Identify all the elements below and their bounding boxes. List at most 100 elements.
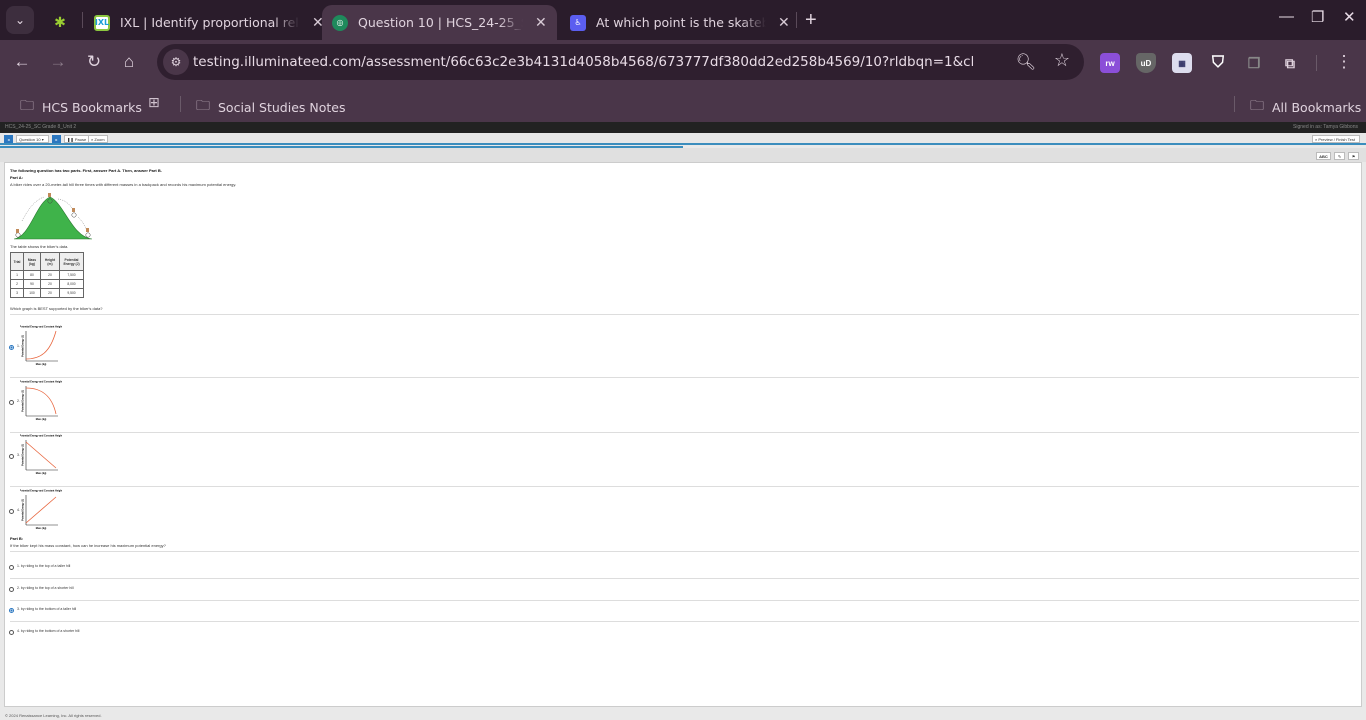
bookmark-label: HCS Bookmarks [42,99,142,115]
graph-title: Potential Energy and Constant Height [20,489,62,492]
bookmark-star-icon[interactable]: ☆ [1054,50,1070,71]
question-select[interactable]: Question 10 ▾ [16,135,49,143]
tab-search-button[interactable]: ⌄ [6,6,34,34]
puzzle-icon[interactable]: ⧉ [1280,53,1300,73]
tabs-icon[interactable]: ❐ [1244,53,1264,73]
bookmark-label: Social Studies Notes [218,99,346,115]
apps-grid-icon: ⊞ [148,95,160,111]
graph-title: Potential Energy and Constant Height [20,326,62,329]
color-picker-icon[interactable]: ▦ [1172,53,1192,73]
radio-button[interactable] [9,399,14,405]
graph-curve [25,496,57,523]
question-intro: The following question has two parts. Fi… [10,168,162,173]
reload-button[interactable]: ↻ [83,52,105,72]
tab-skateboard[interactable]: ♿ At which point is the skateboar ✕ [570,5,790,40]
question-tools-band [0,148,1366,162]
radio-button[interactable] [9,565,14,570]
option-label: 3. by riding to the bottom of a taller h… [17,607,77,612]
zoom-icon[interactable]: 🔍︎ [1016,52,1036,72]
graph-curve [25,387,57,414]
col-header: Mass (kg) [23,252,41,271]
shield-icon[interactable]: ⛉ [1208,53,1228,73]
radio-button[interactable] [9,454,14,459]
answer-graph: Potential Energy and Constant Height Mass… [20,326,62,367]
radio-button[interactable] [9,508,14,514]
tab-title: Question 10 | HCS_24-25_SC G [358,15,523,30]
graph-xlabel: Mass (kg) [36,364,47,366]
bookmark-hcs[interactable]: 🗀 HCS Bookmarks [20,95,142,119]
close-tab-icon[interactable]: ✕ [535,15,547,31]
assessment-title: HCS_24-25_SC Grade 8_Unit 2 [5,124,77,130]
tab-ixl[interactable]: IXL IXL | Identify proportional relati ✕ [94,5,324,40]
maximize-button[interactable]: ❐ [1311,8,1324,26]
back-button[interactable]: ← [11,52,33,72]
bookmark-social-studies[interactable]: 🗀 Social Studies Notes [196,95,345,119]
preview-finish-button[interactable]: ⌕ Preview / Finish Test [1312,135,1360,143]
graph-title: Potential Energy and Constant Height [20,435,62,438]
extension-app-icon: ✱ [54,14,66,31]
site-info-icon[interactable]: ⚙ [163,49,189,75]
zoom-button[interactable]: ⌕ Zoom [88,135,108,143]
col-header: Trial [10,252,24,271]
graph-ylabel: Potential Energy (J) [22,389,25,411]
part-a-option[interactable]: 4. Potential Energy and Constant Height Ma… [5,489,1363,543]
answer-graph: Potential Energy and Constant Height Mass… [20,489,62,530]
all-bookmarks[interactable]: 🗀 All Bookmarks [1250,95,1361,119]
part-b-option[interactable]: 4. by riding to the bottom of a shorter … [5,623,1363,644]
graph-xlabel: Mass (kg) [36,528,47,530]
rw-icon[interactable]: rw [1100,53,1120,73]
part-a-text: A biker rides over a 20-meter-tall hill … [10,182,237,187]
highlight-tool-button[interactable]: ✎ [1334,152,1345,160]
col-header: Height (m) [40,252,60,271]
part-b-option[interactable]: 1. by riding to the top of a taller hill [5,558,1363,579]
illuminate-icon: ◎ [332,14,348,31]
ublock-icon[interactable]: uD [1136,53,1156,73]
table-row: 1 80 20 7,500 [10,270,84,280]
question-panel: The following question has two parts. Fi… [4,162,1362,707]
tab-title: IXL | Identify proportional relati [120,15,300,30]
col-header: Potential Energy (J) [59,252,84,271]
bookmarks-bar: 🗀 HCS Bookmarks ⊞ 🗀 Social Studies Notes 🗀… [0,86,1366,122]
graph-curve [25,330,57,360]
tab-pinned[interactable]: ✱ [52,5,78,40]
new-tab-button[interactable]: + [805,9,817,32]
option-label: 4. by riding to the bottom of a shorter … [17,629,80,634]
answer-graph: Potential Energy and Constant Height Mass… [20,380,62,421]
address-bar[interactable]: ⚙ testing.illuminateed.com/assessment/66… [157,44,1084,80]
prev-question-button[interactable]: ◂ [4,135,13,143]
minimize-button[interactable]: — [1279,8,1294,25]
radio-button[interactable] [9,608,14,614]
graph-ylabel: Potential Energy (J) [22,335,25,357]
tab-question[interactable]: ◎ Question 10 | HCS_24-25_SC G ✕ [322,5,557,40]
part-a-option[interactable]: 3. Potential Energy and Constant Height Ma… [5,434,1363,488]
radio-button[interactable] [9,345,14,350]
part-b-text: If the biker kept his mass constant, how… [10,543,166,548]
flag-tool-button[interactable]: ⚑ [1348,152,1359,160]
folder-icon: 🗀 [196,98,210,114]
option-label: 1. by riding to the top of a taller hill [17,564,71,568]
abc-tool-button[interactable]: ABC [1316,152,1331,160]
folder-icon: 🗀 [1250,98,1264,114]
next-question-button[interactable]: ▸ [52,135,61,143]
hill-illustration [13,193,93,240]
chevron-down-icon: ⌄ [14,13,26,27]
table-caption: The table shows the biker's data. [10,244,69,249]
brainly-icon: ♿ [570,14,586,31]
radio-button[interactable] [9,630,14,636]
pause-button[interactable]: ❚❚ Pause [64,135,90,143]
close-tab-icon[interactable]: ✕ [778,15,790,31]
part-b-option[interactable]: 3. by riding to the bottom of a taller h… [5,601,1363,623]
ixl-icon: IXL [94,14,110,31]
part-b-option[interactable]: 2. by riding to the top of a shorter hil… [5,580,1363,601]
part-a-label: Part A: [10,175,23,180]
part-a-option[interactable]: 2. Potential Energy and Constant Height Ma… [5,380,1363,434]
apps-button[interactable]: ⊞ [148,95,168,111]
radio-button[interactable] [9,586,14,592]
url-text[interactable]: testing.illuminateed.com/assessment/66c6… [193,54,973,70]
graph-curve [25,441,57,469]
close-window-button[interactable]: ✕ [1343,8,1356,26]
menu-button[interactable]: ⋮ [1333,52,1355,72]
home-button[interactable]: ⌂ [118,52,140,72]
forward-button[interactable]: → [47,52,69,72]
part-a-option[interactable]: 1. Potential Energy and Constant Height Ma… [5,325,1363,379]
